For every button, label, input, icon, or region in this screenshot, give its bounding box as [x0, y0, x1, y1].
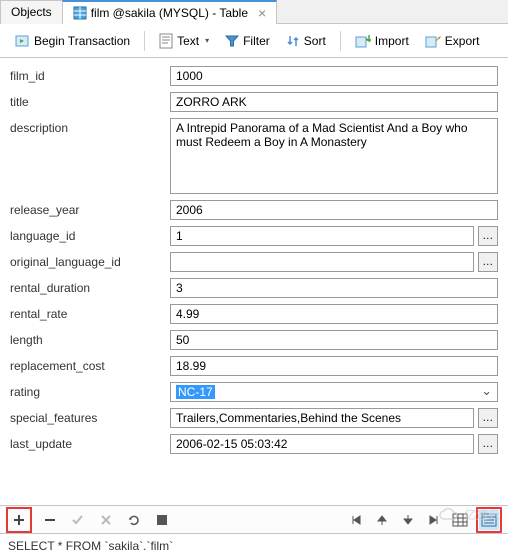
x-icon — [100, 514, 112, 526]
field-label: special_features — [10, 408, 170, 425]
next-record-button[interactable] — [398, 510, 418, 530]
tab-label: Objects — [11, 5, 52, 19]
field-row-rental-duration: rental_duration — [10, 278, 498, 298]
field-label: description — [10, 118, 170, 135]
original-language-id-input[interactable] — [170, 252, 474, 272]
field-label: rental_rate — [10, 304, 170, 321]
language-id-more-button[interactable]: … — [478, 226, 498, 246]
close-icon[interactable]: × — [258, 6, 266, 20]
field-row-original-language-id: original_language_id … — [10, 252, 498, 272]
last-record-button[interactable] — [424, 510, 444, 530]
sort-button[interactable]: Sort — [280, 31, 332, 51]
import-button[interactable]: Import — [349, 31, 415, 51]
length-input[interactable] — [170, 330, 498, 350]
tab-film-table[interactable]: film @sakila (MYSQL) - Table × — [62, 0, 278, 24]
field-label: replacement_cost — [10, 356, 170, 373]
prev-record-button[interactable] — [372, 510, 392, 530]
field-row-language-id: language_id … — [10, 226, 498, 246]
text-icon — [159, 33, 173, 49]
field-row-length: length — [10, 330, 498, 350]
field-label: language_id — [10, 226, 170, 243]
last-update-more-button[interactable]: … — [478, 434, 498, 454]
arrow-first-icon — [350, 514, 362, 526]
field-row-rating: rating NC-17 — [10, 382, 498, 402]
field-label: film_id — [10, 66, 170, 83]
title-input[interactable] — [170, 92, 498, 112]
separator — [340, 31, 341, 51]
filter-button[interactable]: Filter — [219, 31, 276, 51]
plus-icon — [12, 513, 26, 527]
field-row-special-features: special_features … — [10, 408, 498, 428]
last-update-input[interactable] — [170, 434, 474, 454]
minus-icon — [43, 513, 57, 527]
check-icon — [71, 513, 85, 527]
release-year-input[interactable] — [170, 200, 498, 220]
apply-button[interactable] — [68, 510, 88, 530]
add-record-button[interactable] — [9, 510, 29, 530]
table-icon — [73, 6, 87, 20]
sort-icon — [286, 34, 300, 48]
field-row-rental-rate: rental_rate — [10, 304, 498, 324]
field-row-last-update: last_update … — [10, 434, 498, 454]
first-record-button[interactable] — [346, 510, 366, 530]
description-textarea[interactable]: A Intrepid Panorama of a Mad Scientist A… — [170, 118, 498, 194]
original-language-id-more-button[interactable]: … — [478, 252, 498, 272]
toolbar: Begin Transaction Text ▾ Filter Sort Imp… — [0, 24, 508, 58]
highlight-form-view — [476, 507, 502, 533]
field-row-film-id: film_id — [10, 66, 498, 86]
tab-objects[interactable]: Objects — [0, 0, 63, 24]
export-button[interactable]: Export — [419, 31, 486, 51]
replacement-cost-input[interactable] — [170, 356, 498, 376]
arrow-last-icon — [428, 514, 440, 526]
field-row-release-year: release_year — [10, 200, 498, 220]
field-label: rental_duration — [10, 278, 170, 295]
separator — [144, 31, 145, 51]
language-id-input[interactable] — [170, 226, 474, 246]
filter-icon — [225, 34, 239, 48]
begin-transaction-button[interactable]: Begin Transaction — [8, 30, 136, 52]
chevron-down-icon: ▾ — [205, 36, 209, 45]
refresh-button[interactable] — [124, 510, 144, 530]
field-label: title — [10, 92, 170, 109]
grid-icon — [452, 513, 468, 527]
field-row-replacement-cost: replacement_cost — [10, 356, 498, 376]
export-icon — [425, 34, 441, 48]
transaction-icon — [14, 33, 30, 49]
refresh-icon — [127, 513, 141, 527]
rental-duration-input[interactable] — [170, 278, 498, 298]
field-label: release_year — [10, 200, 170, 217]
special-features-input[interactable] — [170, 408, 474, 428]
text-button[interactable]: Text ▾ — [153, 30, 215, 52]
import-icon — [355, 34, 371, 48]
field-label: original_language_id — [10, 252, 170, 269]
delete-record-button[interactable] — [40, 510, 60, 530]
stop-icon — [156, 514, 168, 526]
field-label: last_update — [10, 434, 170, 451]
special-features-more-button[interactable]: … — [478, 408, 498, 428]
record-toolbar — [0, 505, 508, 533]
record-form: film_id title description A Intrepid Pan… — [0, 58, 508, 504]
status-sql-text: SELECT * FROM `sakila`.`film` — [8, 539, 173, 553]
field-label: rating — [10, 382, 170, 399]
stop-button[interactable] — [152, 510, 172, 530]
status-bar: SELECT * FROM `sakila`.`film` — [0, 533, 508, 557]
highlight-add-record — [6, 507, 32, 533]
film-id-input[interactable] — [170, 66, 498, 86]
arrow-up-icon — [377, 514, 387, 526]
field-label: length — [10, 330, 170, 347]
field-row-description: description A Intrepid Panorama of a Mad… — [10, 118, 498, 194]
grid-view-button[interactable] — [450, 510, 470, 530]
form-view-button[interactable] — [479, 510, 499, 530]
arrow-down-icon — [403, 514, 413, 526]
cancel-button[interactable] — [96, 510, 116, 530]
field-row-title: title — [10, 92, 498, 112]
tab-bar: Objects film @sakila (MYSQL) - Table × — [0, 0, 508, 24]
rental-rate-input[interactable] — [170, 304, 498, 324]
form-icon — [481, 513, 497, 527]
tab-label: film @sakila (MYSQL) - Table — [91, 6, 248, 20]
rating-value[interactable]: NC-17 — [176, 385, 215, 399]
